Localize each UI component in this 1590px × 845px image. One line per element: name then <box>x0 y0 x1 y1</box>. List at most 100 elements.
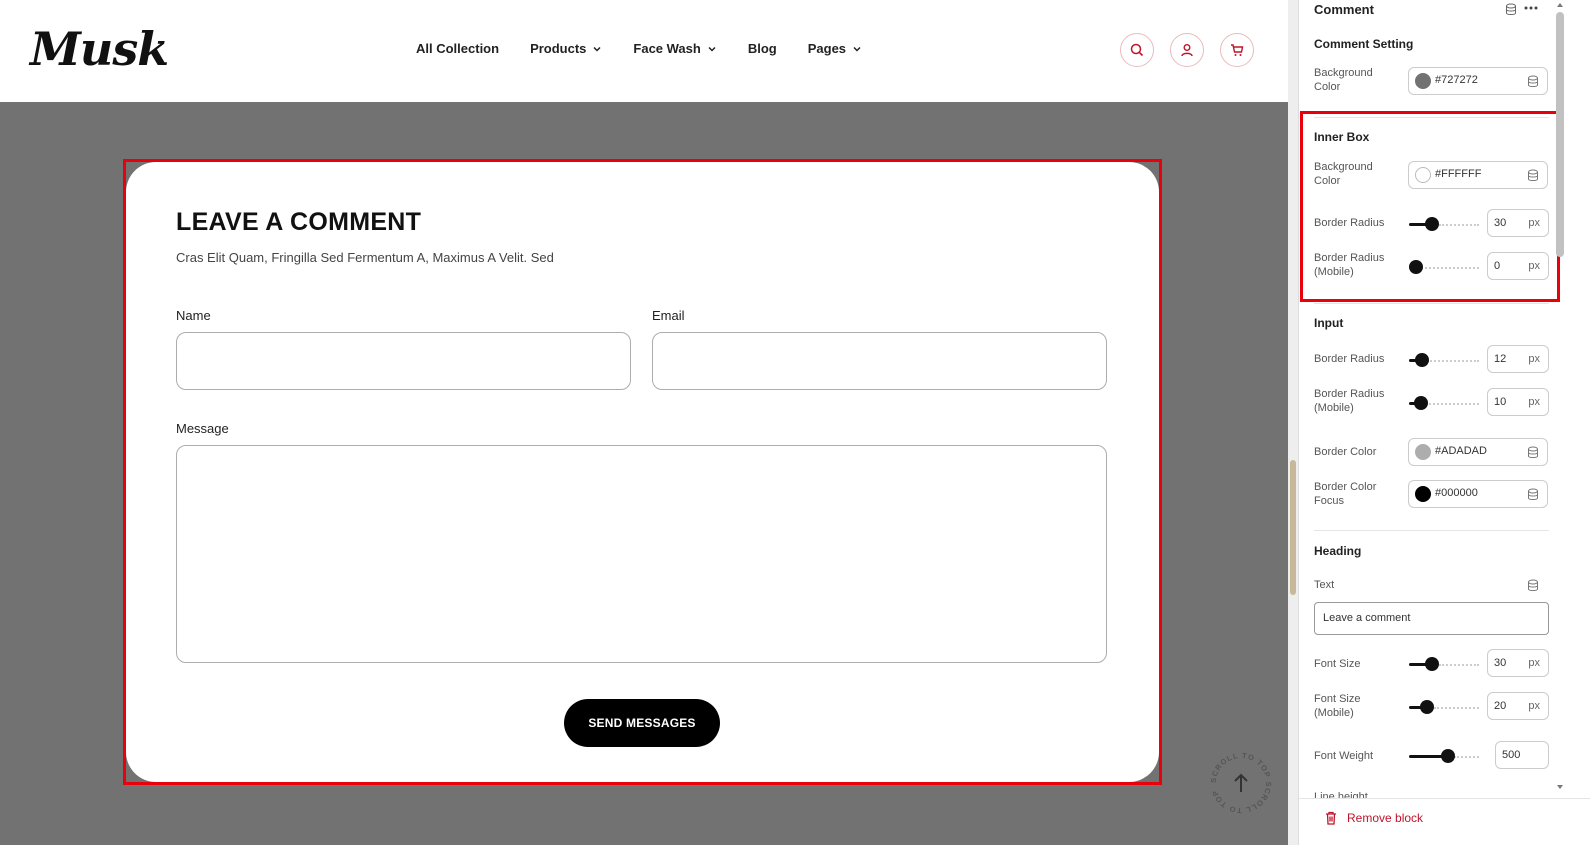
nav-item-face-wash[interactable]: Face Wash <box>633 41 716 56</box>
font-weight-input[interactable]: 500 <box>1495 741 1549 769</box>
database-icon[interactable] <box>1527 488 1539 501</box>
database-icon[interactable] <box>1527 169 1539 182</box>
line-height-label: Line height <box>1314 791 1368 798</box>
inner-radius-mobile-slider[interactable] <box>1409 259 1479 275</box>
input-radius-mobile-label: Border Radius (Mobile) <box>1314 388 1385 414</box>
slider-knob[interactable] <box>1420 700 1434 714</box>
comment-inner-box[interactable]: LEAVE A COMMENT Cras Elit Quam, Fringill… <box>126 162 1159 782</box>
store-logo[interactable]: Musk <box>30 22 169 76</box>
inner-box-heading: Inner Box <box>1314 130 1370 144</box>
message-textarea[interactable] <box>176 445 1107 663</box>
slider-knob[interactable] <box>1415 353 1429 367</box>
nav-item-pages[interactable]: Pages <box>808 41 862 56</box>
more-options-icon[interactable] <box>1524 6 1538 10</box>
panel-divider[interactable] <box>1288 0 1298 845</box>
color-hex: #727272 <box>1435 74 1478 86</box>
chevron-down-icon <box>593 46 601 52</box>
input-heading: Input <box>1314 316 1344 330</box>
database-icon[interactable] <box>1527 75 1539 88</box>
account-button[interactable] <box>1170 33 1204 67</box>
heading-text-input[interactable]: Leave a comment <box>1314 602 1549 635</box>
nav-item-products[interactable]: Products <box>530 41 602 56</box>
color-swatch[interactable] <box>1415 73 1431 89</box>
inner-bg-color-field[interactable]: #FFFFFF <box>1408 161 1548 189</box>
font-weight-label: Font Weight <box>1314 750 1374 762</box>
database-icon[interactable] <box>1527 579 1539 592</box>
panel-scrollbar-thumb[interactable] <box>1556 12 1564 257</box>
slider-knob[interactable] <box>1425 217 1439 231</box>
section-separator <box>1314 117 1549 118</box>
input-border-color-field[interactable]: #ADADAD <box>1408 438 1548 466</box>
comment-setting-heading: Comment Setting <box>1314 37 1414 51</box>
inner-bg-color-label: Background Color <box>1314 161 1373 187</box>
input-radius-mobile-slider[interactable] <box>1409 395 1479 411</box>
inner-radius-input[interactable]: 30 px <box>1487 209 1549 237</box>
user-icon <box>1181 44 1193 57</box>
database-icon[interactable] <box>1505 3 1517 16</box>
chevron-down-icon <box>853 46 861 52</box>
scroll-down-icon[interactable] <box>1556 784 1564 790</box>
scroll-to-top-button[interactable]: SCROLL TO TOP SCROLL TO TOP <box>1206 748 1276 818</box>
settings-panel: Comment Comment Setting Background Color… <box>1298 0 1590 845</box>
send-messages-button[interactable]: SEND MESSAGES <box>564 699 720 747</box>
trash-icon <box>1326 811 1336 825</box>
input-radius-input[interactable]: 12 px <box>1487 345 1549 373</box>
name-label: Name <box>176 308 211 323</box>
input-border-color-label: Border Color <box>1314 446 1377 458</box>
input-border-focus-label: Border Color Focus <box>1314 481 1377 507</box>
input-border-focus-field[interactable]: #000000 <box>1408 480 1548 508</box>
nav-item-all-collection[interactable]: All Collection <box>416 41 499 56</box>
cart-button[interactable] <box>1220 33 1254 67</box>
name-input[interactable] <box>176 332 631 390</box>
section-separator <box>1314 303 1549 304</box>
scroll-up-icon[interactable] <box>1556 2 1564 8</box>
font-size-mobile-label: Font Size (Mobile) <box>1314 693 1361 719</box>
cart-icon <box>1231 44 1244 56</box>
inner-radius-mobile-input[interactable]: 0 px <box>1487 252 1549 280</box>
input-radius-slider[interactable] <box>1409 352 1479 368</box>
search-icon <box>1130 43 1144 57</box>
input-radius-mobile-input[interactable]: 10 px <box>1487 388 1549 416</box>
email-label: Email <box>652 308 685 323</box>
color-hex: #ADADAD <box>1435 445 1487 457</box>
remove-block-button[interactable]: Remove block <box>1299 798 1590 845</box>
comment-heading: LEAVE A COMMENT <box>176 208 422 236</box>
comment-subtitle: Cras Elit Quam, Fringilla Sed Fermentum … <box>176 250 554 265</box>
inner-radius-mobile-label: Border Radius (Mobile) <box>1314 252 1385 278</box>
inner-radius-slider[interactable] <box>1409 216 1479 232</box>
font-size-label: Font Size <box>1314 658 1361 670</box>
heading-section-heading: Heading <box>1314 544 1362 558</box>
search-button[interactable] <box>1120 33 1154 67</box>
main-nav: All Collection Products Face Wash Blog P… <box>416 41 862 56</box>
remove-block-label: Remove block <box>1347 811 1424 825</box>
input-radius-label: Border Radius <box>1314 353 1385 365</box>
divider-drag-handle[interactable] <box>1290 460 1296 595</box>
font-size-slider[interactable] <box>1409 656 1479 672</box>
slider-knob[interactable] <box>1441 749 1455 763</box>
panel-scrollbar[interactable] <box>1553 0 1567 800</box>
slider-knob[interactable] <box>1409 260 1423 274</box>
inner-radius-label: Border Radius <box>1314 217 1385 229</box>
color-swatch[interactable] <box>1415 486 1431 502</box>
email-input[interactable] <box>652 332 1107 390</box>
nav-item-blog[interactable]: Blog <box>748 41 777 56</box>
panel-title: Comment <box>1314 2 1374 17</box>
background-color-label: Background Color <box>1314 67 1373 93</box>
font-size-mobile-input[interactable]: 20 px <box>1487 692 1549 720</box>
app-window: Musk All Collection Products Face Wash B… <box>0 0 1590 845</box>
color-swatch[interactable] <box>1415 444 1431 460</box>
section-separator <box>1314 530 1549 531</box>
arrow-up-icon <box>1234 773 1248 792</box>
slider-knob[interactable] <box>1414 396 1428 410</box>
font-weight-slider[interactable] <box>1409 748 1479 764</box>
chevron-down-icon <box>708 46 716 52</box>
database-icon[interactable] <box>1527 446 1539 459</box>
color-hex: #000000 <box>1435 487 1478 499</box>
color-hex: #FFFFFF <box>1435 168 1482 180</box>
heading-text-label: Text <box>1314 579 1335 591</box>
color-swatch[interactable] <box>1415 167 1431 183</box>
font-size-input[interactable]: 30 px <box>1487 649 1549 677</box>
comment-bg-color-field[interactable]: #727272 <box>1408 67 1548 95</box>
slider-knob[interactable] <box>1425 657 1439 671</box>
font-size-mobile-slider[interactable] <box>1409 699 1479 715</box>
